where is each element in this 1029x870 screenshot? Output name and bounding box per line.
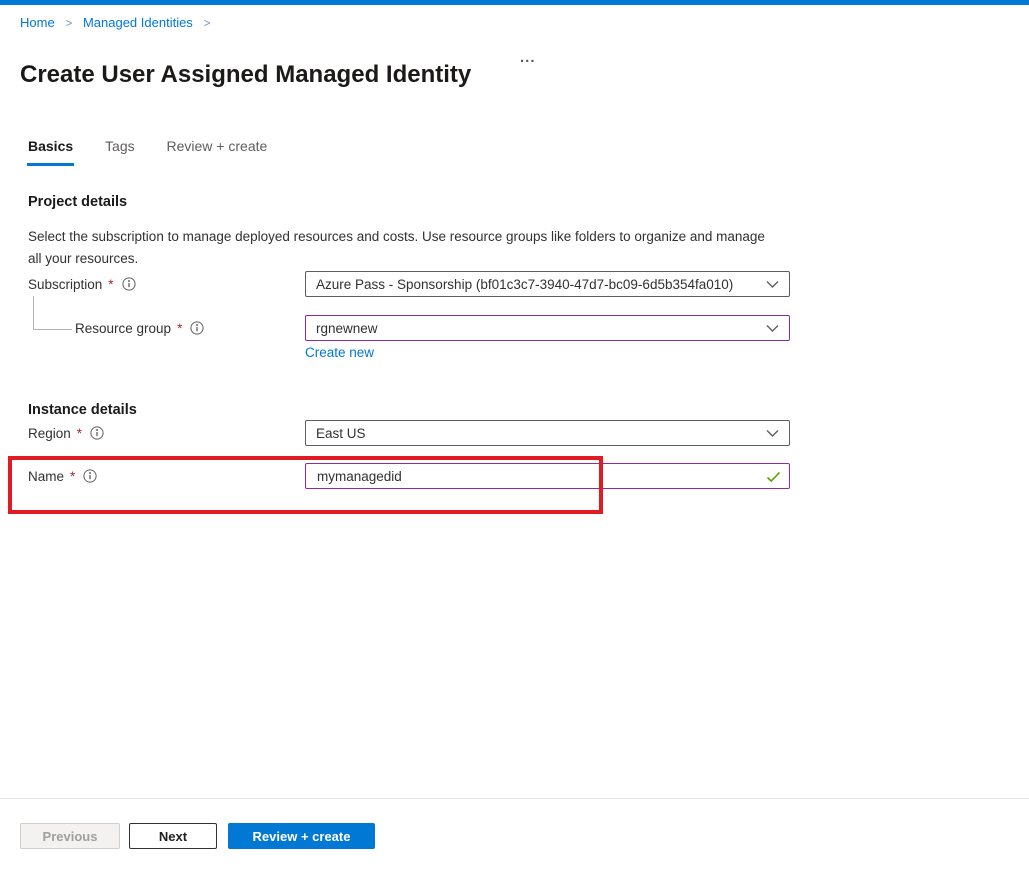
top-accent-bar: [0, 0, 1029, 5]
tab-basics[interactable]: Basics: [27, 138, 75, 166]
review-create-button[interactable]: Review + create: [228, 823, 375, 849]
region-dropdown[interactable]: East US: [305, 420, 790, 446]
subscription-label: Subscription *: [28, 271, 136, 297]
subscription-dropdown[interactable]: Azure Pass - Sponsorship (bf01c3c7-3940-…: [305, 271, 790, 297]
resource-group-label: Resource group *: [75, 315, 204, 341]
required-asterisk: *: [108, 276, 114, 292]
region-label: Region *: [28, 420, 104, 446]
resource-group-value: rgnewnew: [316, 320, 378, 336]
breadcrumb-home-link[interactable]: Home: [20, 15, 55, 30]
project-details-heading: Project details: [28, 194, 128, 211]
info-icon[interactable]: [190, 321, 204, 335]
name-input[interactable]: [305, 463, 790, 489]
subscription-value: Azure Pass - Sponsorship (bf01c3c7-3940-…: [316, 276, 734, 292]
breadcrumb-separator: >: [203, 16, 211, 30]
region-value: East US: [316, 425, 366, 441]
tab-review-create[interactable]: Review + create: [166, 138, 269, 163]
footer-divider: [0, 798, 1029, 799]
valid-checkmark-icon: [766, 470, 781, 488]
chevron-down-icon: [766, 280, 779, 289]
breadcrumb-managed-identities-link[interactable]: Managed Identities: [83, 15, 193, 30]
create-new-link[interactable]: Create new: [305, 345, 374, 360]
chevron-down-icon: [766, 324, 779, 333]
chevron-down-icon: [766, 429, 779, 438]
name-label-text: Name: [28, 468, 65, 484]
page-title: Create User Assigned Managed Identity: [20, 61, 472, 89]
tab-bar: Basics Tags Review + create: [27, 138, 294, 166]
tab-tags[interactable]: Tags: [104, 138, 136, 163]
info-icon[interactable]: [83, 469, 97, 483]
previous-button[interactable]: Previous: [20, 823, 120, 849]
instance-details-heading: Instance details: [28, 402, 137, 419]
breadcrumb: Home > Managed Identities >: [20, 15, 217, 30]
resource-group-dropdown[interactable]: rgnewnew: [305, 315, 790, 341]
breadcrumb-separator: >: [65, 16, 73, 30]
resource-group-label-text: Resource group: [75, 320, 172, 336]
required-asterisk: *: [76, 425, 83, 441]
region-label-text: Region: [28, 425, 71, 441]
name-label: Name *: [28, 463, 97, 489]
info-icon[interactable]: [90, 426, 104, 440]
resource-group-connector-line: [33, 296, 72, 330]
create-managed-identity-page: Home > Managed Identities > Create User …: [0, 0, 1029, 870]
required-asterisk: *: [70, 468, 76, 484]
subscription-label-text: Subscription: [28, 276, 103, 292]
info-icon[interactable]: [121, 277, 136, 291]
next-button[interactable]: Next: [129, 823, 217, 849]
required-asterisk: *: [177, 320, 183, 336]
project-details-description: Select the subscription to manage deploy…: [28, 228, 765, 266]
more-options-button[interactable]: ...: [520, 49, 536, 66]
